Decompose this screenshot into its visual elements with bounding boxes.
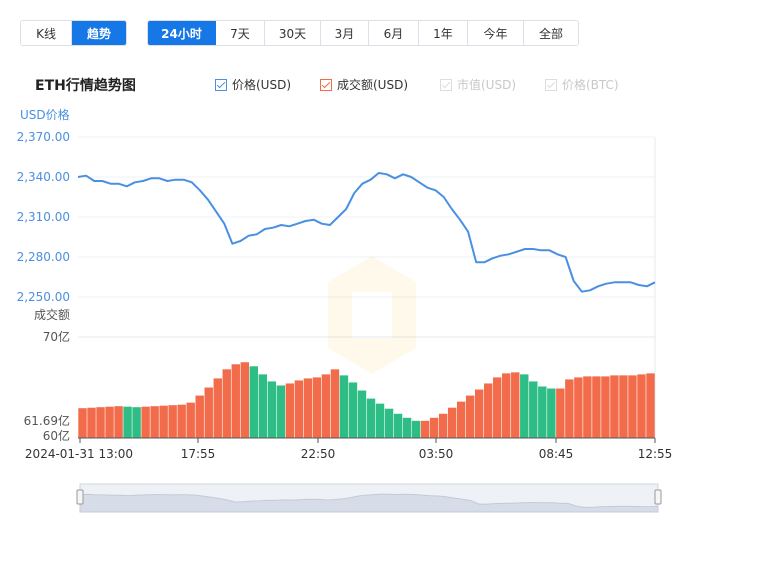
volume-bar — [610, 375, 619, 438]
volume-bar — [141, 406, 150, 438]
volume-bar — [520, 374, 529, 438]
volume-bar — [258, 374, 268, 438]
x-tick-label: 12:55 — [638, 447, 673, 461]
x-tick-label: 2024-01-31 13:00 — [25, 447, 133, 461]
volume-bar — [312, 377, 322, 438]
volume-bar — [484, 383, 493, 438]
x-tick-label: 03:50 — [419, 447, 454, 461]
volume-bar — [592, 376, 601, 438]
volume-bar — [186, 402, 195, 438]
volume-bar — [402, 417, 412, 438]
x-tick-label: 22:50 — [301, 447, 336, 461]
volume-bar — [583, 376, 592, 438]
volume-bar — [222, 369, 231, 438]
x-tick-label: 17:55 — [181, 447, 216, 461]
volume-bar — [276, 385, 286, 438]
volume-bar — [303, 378, 313, 438]
volume-bar — [96, 407, 105, 438]
volume-bar — [123, 406, 132, 438]
volume-bar — [384, 408, 394, 438]
volume-bar — [601, 376, 610, 438]
volume-bar — [339, 375, 349, 438]
watermark-hex-icon — [328, 256, 416, 374]
volume-bar — [204, 387, 213, 438]
volume-bar — [502, 373, 511, 438]
volume-bar — [213, 378, 222, 438]
volume-bar — [420, 420, 430, 438]
volume-bar — [366, 398, 376, 438]
price-axis-title: USD价格 — [20, 107, 70, 122]
volume-bar — [411, 420, 421, 438]
volume-bar — [393, 413, 403, 438]
volume-bar — [240, 362, 249, 438]
volume-bar — [628, 375, 637, 438]
x-tick-label: 08:45 — [539, 447, 574, 461]
volume-bar — [330, 369, 340, 438]
volume-bar — [357, 390, 367, 438]
volume-bar — [321, 374, 331, 438]
volume-bar — [574, 377, 583, 438]
volume-tick-label: 70亿 — [43, 329, 70, 344]
volume-bar — [267, 381, 277, 438]
eth-trend-chart: 2,370.00 2,340.00 2,310.00 2,280.00 2,250.00… — [17, 107, 673, 513]
price-tick-label: 2,310.00 — [17, 210, 70, 224]
volume-bar — [132, 407, 141, 438]
volume-bar — [619, 375, 628, 438]
navigator-right-handle[interactable] — [654, 489, 662, 505]
volume-bar — [195, 395, 204, 438]
volume-bar — [285, 383, 295, 438]
volume-bar — [538, 386, 547, 438]
volume-bar — [249, 366, 259, 438]
price-tick-label: 2,340.00 — [17, 170, 70, 184]
volume-bar — [456, 401, 466, 438]
volume-bar — [529, 381, 538, 438]
navigator-left-handle[interactable] — [76, 489, 84, 505]
volume-bar — [429, 417, 439, 438]
volume-bar — [348, 382, 358, 438]
volume-tick-label: 61.69亿 — [24, 413, 70, 428]
volume-bar — [150, 406, 159, 438]
volume-tick-label: 60亿 — [43, 428, 70, 443]
volume-bar — [78, 408, 87, 438]
volume-bar — [438, 413, 448, 438]
volume-bar — [547, 388, 556, 438]
volume-bar — [556, 388, 565, 438]
volume-bar — [168, 405, 177, 438]
volume-axis-title: 成交额 — [34, 307, 70, 322]
volume-bar — [465, 395, 475, 438]
volume-bar — [114, 406, 123, 438]
volume-bar — [447, 407, 457, 438]
volume-bar — [493, 377, 502, 438]
volume-bar — [177, 404, 186, 438]
volume-bar — [294, 380, 304, 438]
volume-bar — [646, 373, 655, 438]
volume-bar — [231, 364, 240, 438]
price-tick-label: 2,370.00 — [17, 130, 70, 144]
volume-bar — [87, 407, 96, 438]
volume-bar — [375, 403, 385, 438]
price-tick-label: 2,280.00 — [17, 250, 70, 264]
volume-bar — [637, 374, 646, 438]
watermark-logo — [328, 256, 416, 374]
volume-bar — [565, 379, 574, 438]
volume-bar — [511, 372, 520, 438]
volume-bar — [159, 405, 168, 438]
price-tick-label: 2,250.00 — [17, 290, 70, 304]
volume-bar — [105, 406, 114, 438]
volume-bar — [474, 389, 484, 438]
